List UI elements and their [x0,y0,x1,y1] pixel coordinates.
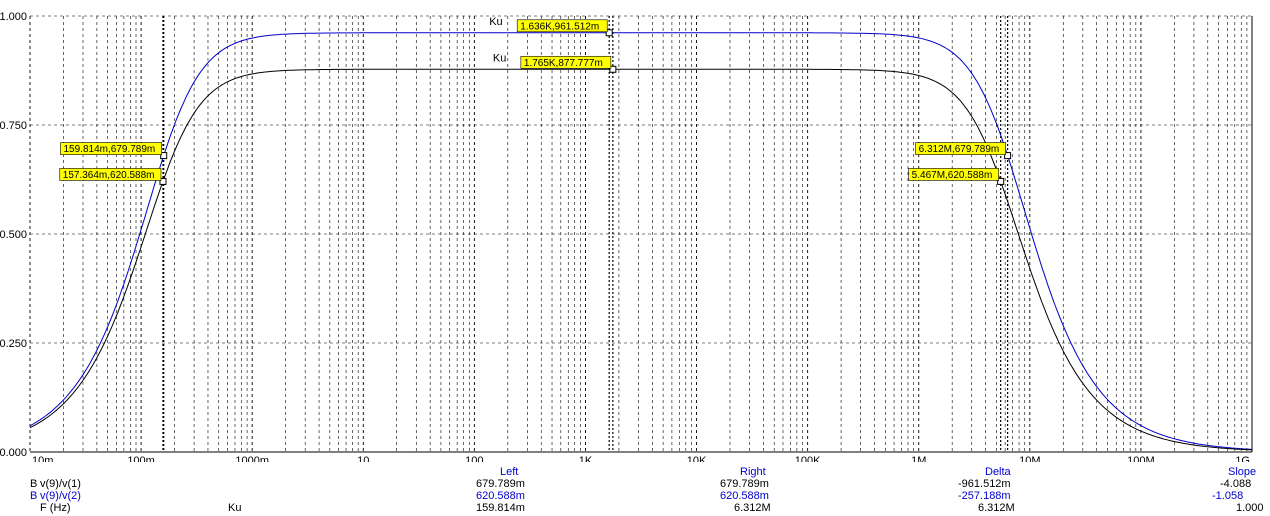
x-tick-label: 10K [687,455,707,462]
curve-label: Ku [493,52,506,64]
header-left: Left [500,466,519,478]
header-slope: Slope [1228,466,1257,478]
curve-label: Ku [489,16,502,28]
row2-left: 620.588m [476,490,525,502]
grid [29,15,1253,453]
marker-label: 6.312M,679.789m [919,144,1000,155]
row1-name: v(9)/v(1) [40,478,81,490]
markers: Ku Ku 1.636K,961.512m 1.765K,877.777m 159.81… [59,16,1012,185]
y-tick-label: 1.000 [0,11,27,23]
y-tick-label: 0.000 [0,447,27,459]
header-delta: Delta [985,466,1011,478]
row1-left: 679.789m [476,478,525,490]
xrow-delta: 6.312M [978,502,1015,514]
marker-label: 1.765K,877.777m [524,58,603,69]
xrow-slope: 1.000 [1236,502,1264,514]
header-right: Right [740,466,766,478]
x-tick-label: 100M [1127,455,1155,462]
curve-series [29,32,1253,450]
cursor-table: Left Right Delta Slope B v(9)/v(1) 679.7… [0,466,1270,516]
row1-slope: -4.088 [1220,478,1252,490]
xrow-name: F (Hz) [40,502,71,514]
x-tick-label: 100m [127,455,155,462]
y-tick-label: 0.500 [0,229,27,241]
x-tick-label: 10M [1019,455,1040,462]
row1-right: 679.789m [720,478,769,490]
x-tick-label: 10 [357,455,369,462]
y-tick-label: 0.750 [0,120,27,132]
xrow-left: 159.814m [476,502,525,514]
row1-icon[interactable]: B [30,478,37,490]
x-tick-label: 1000m [235,455,269,462]
curve-series [29,68,1253,451]
axes: 10m 100m 1000m 10 100 1K 10K 100K 1M 10M 100M 1G 0.0… [0,11,1253,462]
row2-icon[interactable]: B [30,490,37,502]
x-tick-label: 1M [911,455,926,462]
xrow-extra: Ku [228,502,242,514]
marker-label: 157.364m,620.588m [63,170,155,181]
x-tick-label: 100 [465,455,483,462]
marker-label: 5.467M,620.588m [912,170,993,181]
x-tick-label: 10m [32,455,53,462]
marker-label: 159.814m,679.789m [64,144,156,155]
x-tick-label: 100K [795,455,821,462]
curves [29,32,1253,451]
x-tick-label: 1K [579,455,593,462]
xrow-right: 6.312M [734,502,771,514]
x-tick-label: 1G [1235,455,1250,462]
row2-delta: -257.188m [958,490,1011,502]
row2-right: 620.588m [720,490,769,502]
row2-slope: -1.058 [1212,490,1244,502]
y-tick-label: 0.250 [0,338,27,350]
bode-plot[interactable]: 10m 100m 1000m 10 100 1K 10K 100K 1M 10M 100M 1G 0.0… [0,0,1270,462]
row2-name: v(9)/v(2) [40,490,81,502]
row1-delta: -961.512m [958,478,1011,490]
marker-label: 1.636K,961.512m [520,21,599,32]
